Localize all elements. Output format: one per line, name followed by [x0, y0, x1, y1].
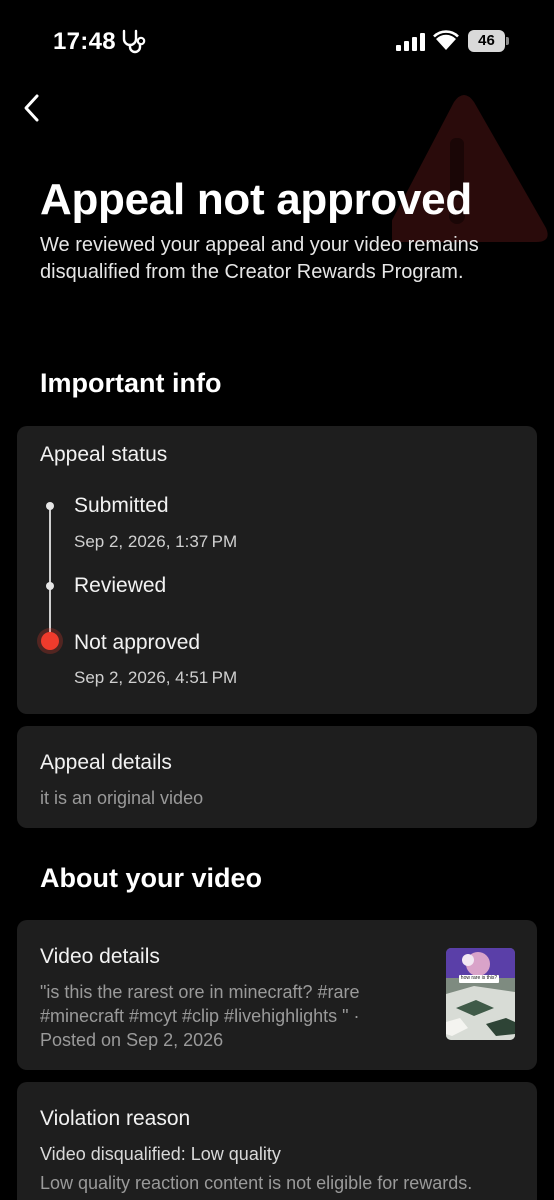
- status-bar: 17:48 46: [0, 0, 554, 84]
- video-details-card[interactable]: Video details "is this the rarest ore in…: [17, 920, 537, 1070]
- timeline-dot-not-approved: [41, 632, 59, 650]
- battery-level: 46: [468, 30, 505, 52]
- about-video-heading: About your video: [40, 863, 262, 893]
- appeal-result-screen: 17:48 46 Appeal not approved We reviewed…: [0, 0, 554, 1200]
- appeal-details-text: it is an original video: [40, 788, 204, 808]
- video-posted-date: Posted on Sep 2, 2026: [40, 1030, 224, 1050]
- status-time: 17:48: [53, 28, 116, 55]
- video-thumbnail[interactable]: how rare is this?: [446, 948, 515, 1040]
- video-caption-line-1: "is this the rarest ore in minecraft? #r…: [40, 982, 360, 1002]
- violation-reason-text: Video disqualified: Low quality: [40, 1144, 281, 1164]
- thumbnail-caption: how rare is this?: [460, 975, 498, 981]
- timeline-date-not-approved: Sep 2, 2026, 4:51 PM: [74, 668, 238, 687]
- timeline-label-not-approved: Not approved: [74, 631, 201, 654]
- video-caption-line-2: #minecraft #mcyt #clip #livehighlights "…: [40, 1006, 360, 1026]
- stethoscope-icon: [122, 29, 146, 54]
- appeal-status-card: Appeal status Submitted Sep 2, 2026, 1:3…: [17, 426, 537, 714]
- page-subtitle: We reviewed your appeal and your video r…: [40, 234, 479, 283]
- page-title: Appeal not approved: [40, 175, 472, 224]
- video-details-title: Video details: [40, 945, 160, 968]
- timeline-dot-submitted: [46, 502, 54, 510]
- violation-explanation: Low quality reaction content is not elig…: [40, 1173, 473, 1193]
- timeline-label-submitted: Submitted: [74, 494, 169, 517]
- wifi-icon: [433, 30, 459, 50]
- thumbnail-image: [446, 948, 515, 1040]
- appeal-details-card: Appeal details it is an original video: [17, 726, 537, 828]
- timeline-dot-reviewed: [46, 582, 54, 590]
- violation-reason-card: Violation reason Video disqualified: Low…: [17, 1082, 537, 1200]
- signal-icon: [396, 33, 425, 51]
- appeal-status-title: Appeal status: [40, 443, 168, 466]
- timeline-date-submitted: Sep 2, 2026, 1:37 PM: [74, 532, 238, 551]
- timeline-label-reviewed: Reviewed: [74, 574, 167, 597]
- appeal-details-title: Appeal details: [40, 751, 172, 774]
- violation-reason-title: Violation reason: [40, 1107, 191, 1130]
- back-arrow-icon[interactable]: [20, 92, 46, 124]
- timeline-line: [49, 506, 51, 640]
- important-info-heading: Important info: [40, 368, 222, 398]
- battery-icon: 46: [468, 30, 510, 52]
